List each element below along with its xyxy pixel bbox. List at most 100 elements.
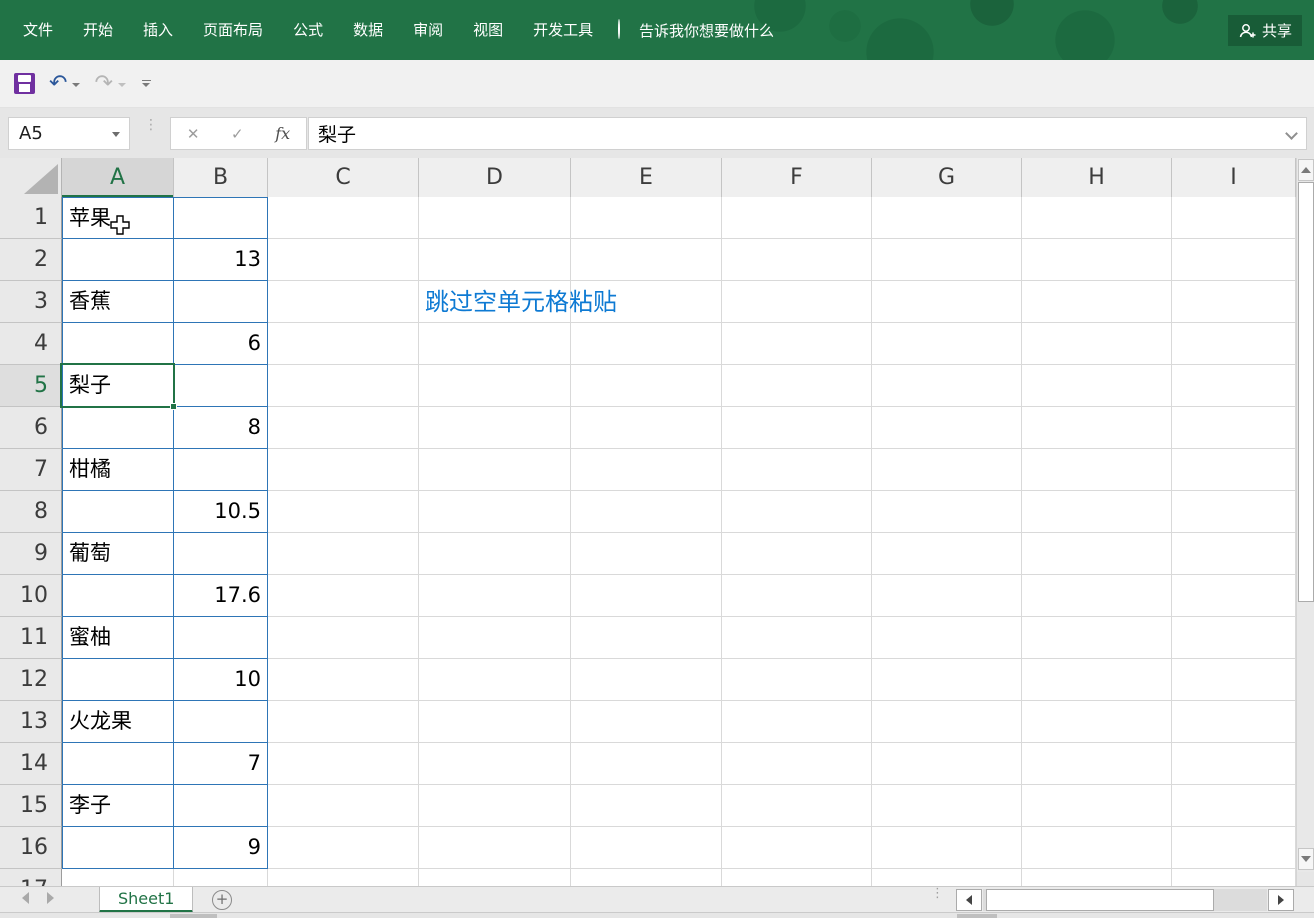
cell-E11[interactable]	[571, 617, 722, 659]
row-header-2[interactable]: 2	[0, 239, 62, 281]
formula-input[interactable]: 梨子	[308, 117, 1307, 150]
cell-H10[interactable]	[1022, 575, 1172, 617]
cell-G5[interactable]	[872, 365, 1022, 407]
row-header-12[interactable]: 12	[0, 659, 62, 701]
column-header-H[interactable]: H	[1022, 158, 1172, 197]
cell-H5[interactable]	[1022, 365, 1172, 407]
cell-C5[interactable]	[268, 365, 419, 407]
undo-button[interactable]: ↶	[49, 72, 81, 94]
cell-D16[interactable]	[419, 827, 571, 869]
vertical-scrollbar[interactable]	[1296, 158, 1314, 912]
cancel-icon[interactable]: ✕	[187, 125, 200, 143]
cell-G17[interactable]	[872, 869, 1022, 886]
next-sheet-icon[interactable]	[47, 892, 54, 904]
cell-I17[interactable]	[1172, 869, 1296, 886]
formula-bar-splitter-icon[interactable]: ⋮	[144, 118, 158, 132]
cell-G6[interactable]	[872, 407, 1022, 449]
cell-A9[interactable]: 葡萄	[62, 533, 174, 575]
cell-D6[interactable]	[419, 407, 571, 449]
cell-B7[interactable]	[174, 449, 268, 491]
cell-B15[interactable]	[174, 785, 268, 827]
scroll-up-button[interactable]	[1298, 159, 1314, 181]
cell-H17[interactable]	[1022, 869, 1172, 886]
column-header-D[interactable]: D	[419, 158, 571, 197]
cell-H2[interactable]	[1022, 239, 1172, 281]
column-header-E[interactable]: E	[571, 158, 722, 197]
cell-C9[interactable]	[268, 533, 419, 575]
cell-H9[interactable]	[1022, 533, 1172, 575]
cell-I5[interactable]	[1172, 365, 1296, 407]
cell-H15[interactable]	[1022, 785, 1172, 827]
cell-E14[interactable]	[571, 743, 722, 785]
cell-E9[interactable]	[571, 533, 722, 575]
cell-E6[interactable]	[571, 407, 722, 449]
row-header-1[interactable]: 1	[0, 197, 62, 239]
cell-A8[interactable]	[62, 491, 174, 533]
cell-D13[interactable]	[419, 701, 571, 743]
cell-I8[interactable]	[1172, 491, 1296, 533]
cell-G12[interactable]	[872, 659, 1022, 701]
cell-I4[interactable]	[1172, 323, 1296, 365]
cell-B1[interactable]	[174, 197, 268, 239]
cell-D7[interactable]	[419, 449, 571, 491]
tab-视图[interactable]: 视图	[458, 0, 518, 60]
cell-C13[interactable]	[268, 701, 419, 743]
cell-E7[interactable]	[571, 449, 722, 491]
cell-F13[interactable]	[722, 701, 872, 743]
cell-G7[interactable]	[872, 449, 1022, 491]
cell-G8[interactable]	[872, 491, 1022, 533]
cell-I11[interactable]	[1172, 617, 1296, 659]
cell-I15[interactable]	[1172, 785, 1296, 827]
cell-A10[interactable]	[62, 575, 174, 617]
row-header-7[interactable]: 7	[0, 449, 62, 491]
tell-me-box[interactable]: 告诉我你想要做什么	[618, 0, 774, 60]
cell-G2[interactable]	[872, 239, 1022, 281]
cell-A11[interactable]: 蜜柚	[62, 617, 174, 659]
tab-数据[interactable]: 数据	[338, 0, 398, 60]
cell-B8[interactable]: 10.5	[174, 491, 268, 533]
undo-dropdown-caret-icon[interactable]	[72, 83, 81, 87]
cell-G9[interactable]	[872, 533, 1022, 575]
scroll-down-button[interactable]	[1298, 848, 1314, 870]
cell-A7[interactable]: 柑橘	[62, 449, 174, 491]
cell-I1[interactable]	[1172, 197, 1296, 239]
cell-F7[interactable]	[722, 449, 872, 491]
redo-dropdown-caret-icon[interactable]	[117, 83, 126, 87]
cell-D10[interactable]	[419, 575, 571, 617]
cell-F16[interactable]	[722, 827, 872, 869]
cell-A15[interactable]: 李子	[62, 785, 174, 827]
horizontal-scrollbar[interactable]	[983, 889, 1267, 911]
cell-G16[interactable]	[872, 827, 1022, 869]
cell-A13[interactable]: 火龙果	[62, 701, 174, 743]
cell-G1[interactable]	[872, 197, 1022, 239]
tab-文件[interactable]: 文件	[8, 0, 68, 60]
cell-I6[interactable]	[1172, 407, 1296, 449]
cell-F11[interactable]	[722, 617, 872, 659]
cell-C3[interactable]	[268, 281, 419, 323]
insert-function-icon[interactable]: fx	[275, 124, 290, 143]
cell-F4[interactable]	[722, 323, 872, 365]
cell-I7[interactable]	[1172, 449, 1296, 491]
scroll-left-button[interactable]	[956, 889, 982, 911]
cell-H4[interactable]	[1022, 323, 1172, 365]
cell-C6[interactable]	[268, 407, 419, 449]
row-header-9[interactable]: 9	[0, 533, 62, 575]
cell-A17[interactable]	[62, 869, 174, 886]
cell-H8[interactable]	[1022, 491, 1172, 533]
cell-H7[interactable]	[1022, 449, 1172, 491]
tab-审阅[interactable]: 审阅	[398, 0, 458, 60]
cell-I3[interactable]	[1172, 281, 1296, 323]
row-header-10[interactable]: 10	[0, 575, 62, 617]
cell-B11[interactable]	[174, 617, 268, 659]
cell-F15[interactable]	[722, 785, 872, 827]
cell-C4[interactable]	[268, 323, 419, 365]
cell-E1[interactable]	[571, 197, 722, 239]
cell-E16[interactable]	[571, 827, 722, 869]
cell-F5[interactable]	[722, 365, 872, 407]
cell-E5[interactable]	[571, 365, 722, 407]
cell-D5[interactable]	[419, 365, 571, 407]
cell-A16[interactable]	[62, 827, 174, 869]
horizontal-scrollbar-thumb[interactable]	[986, 889, 1214, 911]
cell-E2[interactable]	[571, 239, 722, 281]
cell-A14[interactable]	[62, 743, 174, 785]
